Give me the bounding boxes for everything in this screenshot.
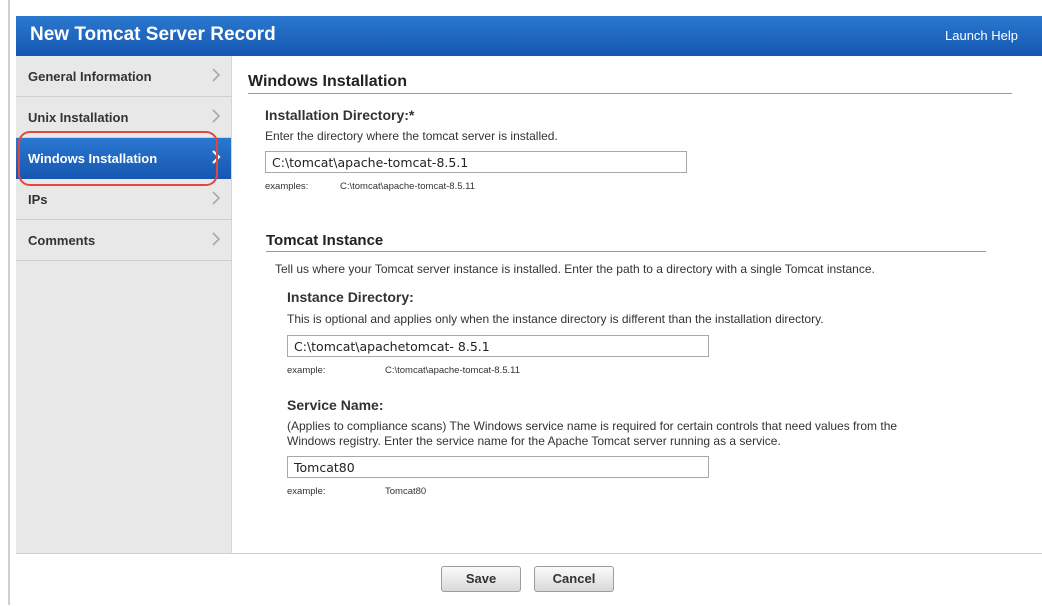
sidebar-item-label: General Information <box>28 69 152 84</box>
sidebar-item-label: Windows Installation <box>28 151 158 166</box>
instance-directory-input[interactable]: C:\tomcat\apachetomcat- 8.5.1 <box>287 335 709 357</box>
service-name-input[interactable]: Tomcat80 <box>287 456 709 478</box>
sidebar-item-label: Unix Installation <box>28 110 129 125</box>
service-name-description-line1: (Applies to compliance scans) The Window… <box>287 419 898 433</box>
installation-directory-example-label: examples: <box>265 181 309 192</box>
sidebar-item-windows-installation[interactable]: Windows Installation <box>16 138 231 179</box>
instance-directory-example-value: C:\tomcat\apache-tomcat-8.5.11 <box>385 365 520 376</box>
sidebar-item-comments[interactable]: Comments <box>16 220 231 261</box>
chevron-right-icon <box>205 228 227 250</box>
sidebar-item-label: IPs <box>28 192 48 207</box>
launch-help-link[interactable]: Launch Help <box>945 28 1018 43</box>
chevron-right-icon <box>205 64 227 86</box>
installation-directory-example-value: C:\tomcat\apache-tomcat-8.5.11 <box>340 181 475 192</box>
tomcat-server-dialog: New Tomcat Server Record Launch Help Gen… <box>16 16 1042 606</box>
main-content: Windows Installation Installation Direct… <box>231 56 1042 553</box>
chevron-right-icon <box>205 187 227 209</box>
cancel-button[interactable]: Cancel <box>534 566 614 592</box>
tomcat-instance-title: Tomcat Instance <box>266 232 986 252</box>
tomcat-instance-description: Tell us where your Tomcat server instanc… <box>275 262 875 276</box>
service-name-example-label: example: <box>287 486 326 497</box>
dialog-title: New Tomcat Server Record <box>30 24 276 45</box>
left-edge-strip <box>0 0 10 605</box>
save-button[interactable]: Save <box>441 566 521 592</box>
sidebar-item-general-information[interactable]: General Information <box>16 56 231 97</box>
service-name-label: Service Name: <box>287 397 384 413</box>
instance-directory-label: Instance Directory: <box>287 289 414 305</box>
service-name-example-value: Tomcat80 <box>385 486 427 497</box>
installation-directory-description: Enter the directory where the tomcat ser… <box>265 129 558 143</box>
dialog-footer: Save Cancel <box>16 553 1042 606</box>
installation-directory-label: Installation Directory:* <box>265 107 415 123</box>
sidebar-item-ips[interactable]: IPs <box>16 179 231 220</box>
service-name-description-line2: Windows registry. Enter the service name… <box>287 434 781 448</box>
sidebar-nav: General Information Unix Installation Wi… <box>16 56 232 553</box>
chevron-right-icon <box>205 105 227 127</box>
instance-directory-example-label: example: <box>287 365 326 376</box>
dialog-title-bar: New Tomcat Server Record Launch Help <box>16 16 1042 56</box>
installation-directory-input[interactable]: C:\tomcat\apache-tomcat-8.5.1 <box>265 151 687 173</box>
sidebar-item-label: Comments <box>28 233 96 248</box>
chevron-right-icon <box>205 146 227 168</box>
section-title: Windows Installation <box>248 73 1012 94</box>
sidebar-item-unix-installation[interactable]: Unix Installation <box>16 97 231 138</box>
instance-directory-description: This is optional and applies only when t… <box>287 312 824 326</box>
